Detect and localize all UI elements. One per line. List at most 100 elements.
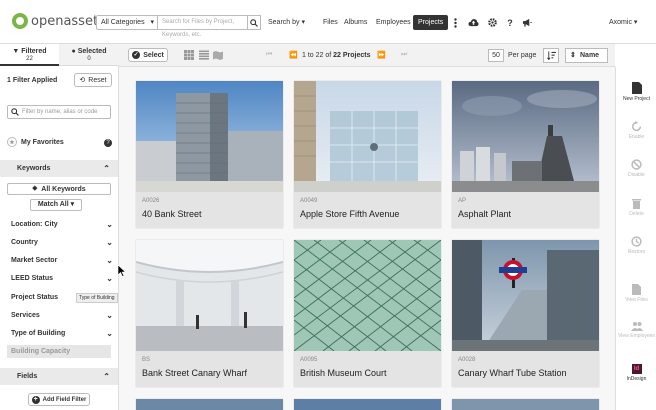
new-project-button[interactable]: New Project bbox=[616, 82, 656, 102]
help-icon[interactable]: ? bbox=[504, 15, 516, 30]
chevron-up-icon: ⌃ bbox=[103, 164, 110, 173]
add-field-filter-button[interactable]: + Add Field Filter bbox=[28, 393, 90, 406]
fields-section-header[interactable]: Fields ⌃ bbox=[0, 368, 118, 385]
prev-page-icon[interactable]: ⏪ bbox=[289, 51, 298, 59]
check-icon: ✓ bbox=[132, 51, 141, 59]
upload-icon[interactable] bbox=[467, 15, 479, 30]
filter-location-city[interactable]: Location: City ⌄ bbox=[11, 220, 113, 229]
next-page-icon[interactable]: ⏩ bbox=[377, 51, 386, 59]
project-thumbnail bbox=[136, 81, 283, 192]
filter-search-input[interactable]: Filter by name, alias or code bbox=[7, 105, 111, 119]
first-page-icon[interactable]: ⏮ bbox=[266, 51, 272, 59]
filter-sidebar: ▼ Filtered 22 ● Selected 0 1 Filter Appl… bbox=[0, 44, 119, 410]
select-button[interactable]: ✓ Select bbox=[128, 48, 168, 62]
nav-projects[interactable]: Projects bbox=[413, 15, 449, 30]
mouse-cursor-icon bbox=[118, 265, 126, 277]
results-toolbar: ✓ Select ⏮ ⏪ 1 to 22 of 22 Projects ⏩ ⏭ 5… bbox=[119, 44, 615, 67]
tag-icon: ⬥ bbox=[32, 185, 38, 192]
project-caption: A0026 40 Bank Street bbox=[136, 192, 283, 228]
indesign-button[interactable]: Id InDesign bbox=[621, 364, 652, 388]
search-icon bbox=[11, 108, 19, 116]
disable-button[interactable]: Disable bbox=[616, 159, 656, 178]
project-thumbnail bbox=[294, 81, 441, 192]
settings-gear-icon[interactable] bbox=[486, 15, 498, 30]
filter-building-capacity[interactable]: Building Capacity bbox=[7, 345, 111, 358]
check-circle-icon: ● bbox=[71, 48, 76, 55]
project-caption: A0049 Apple Store Fifth Avenue bbox=[294, 192, 441, 228]
refresh-icon bbox=[631, 121, 642, 132]
filter-leed-status[interactable]: LEED Status ⌄ bbox=[11, 274, 113, 283]
project-thumbnail bbox=[294, 399, 441, 410]
enable-button[interactable]: Enable bbox=[616, 121, 656, 140]
project-thumbnail bbox=[452, 240, 599, 351]
project-card[interactable] bbox=[136, 399, 283, 410]
project-card[interactable]: A0049 Apple Store Fifth Avenue bbox=[294, 81, 441, 228]
all-keywords-button[interactable]: ⬥ All Keywords bbox=[7, 183, 111, 195]
announcement-megaphone-icon[interactable] bbox=[521, 15, 533, 30]
last-page-icon[interactable]: ⏭ bbox=[401, 51, 407, 59]
nav-employees[interactable]: Employees bbox=[376, 15, 411, 30]
star-icon: ★ bbox=[7, 137, 17, 147]
favorites-help-icon[interactable]: ? bbox=[104, 139, 112, 147]
list-view-icon[interactable] bbox=[199, 50, 209, 62]
project-card[interactable]: A0028 Canary Wharf Tube Station bbox=[452, 240, 599, 387]
project-card[interactable]: AP Asphalt Plant bbox=[452, 81, 599, 228]
restore-icon bbox=[631, 236, 642, 247]
tab-selected[interactable]: ● Selected 0 bbox=[59, 44, 119, 66]
per-page-input[interactable]: 50 bbox=[488, 49, 504, 62]
project-thumbnail bbox=[294, 240, 441, 351]
view-employees-button[interactable]: View Employees bbox=[616, 321, 656, 339]
tab-filtered[interactable]: ▼ Filtered 22 bbox=[0, 44, 59, 66]
filter-country[interactable]: Country ⌄ bbox=[11, 238, 113, 247]
my-favorites-filter[interactable]: ★ My Favorites bbox=[7, 137, 64, 147]
new-document-icon bbox=[631, 82, 642, 94]
project-caption: BS Bank Street Canary Wharf bbox=[136, 351, 283, 387]
project-card[interactable] bbox=[294, 399, 441, 410]
chevron-down-icon: ⌄ bbox=[106, 220, 113, 229]
per-page-label: Per page bbox=[508, 52, 537, 59]
chevron-down-icon: ⌄ bbox=[106, 256, 113, 265]
keywords-section-header[interactable]: Keywords ⌃ bbox=[0, 160, 118, 177]
nav-albums[interactable]: Albums bbox=[344, 15, 367, 30]
match-all-dropdown[interactable]: Match All ▾ bbox=[30, 199, 82, 211]
project-card[interactable] bbox=[452, 399, 599, 410]
tooltip: Type of Building bbox=[76, 293, 118, 303]
filter-services[interactable]: Services ⌄ bbox=[11, 311, 113, 320]
project-card[interactable]: BS Bank Street Canary Wharf bbox=[136, 240, 283, 387]
user-menu[interactable]: Axomic ▾ bbox=[609, 18, 637, 26]
reset-button[interactable]: ⟲ Reset bbox=[74, 73, 112, 87]
search-button[interactable] bbox=[248, 15, 261, 30]
grid-view-icon[interactable] bbox=[184, 50, 194, 62]
search-icon bbox=[250, 18, 258, 27]
project-card[interactable]: A0026 40 Bank Street bbox=[136, 81, 283, 228]
chevron-down-icon: ⌄ bbox=[106, 274, 113, 283]
chevron-up-icon: ⌃ bbox=[103, 372, 110, 381]
project-grid: A0026 40 Bank Street A0049 Apple Store F… bbox=[119, 67, 615, 410]
filters-applied-text: 1 Filter Applied bbox=[7, 77, 58, 84]
restore-button[interactable]: Restore bbox=[616, 236, 656, 255]
logo[interactable]: openasset bbox=[12, 13, 98, 29]
filter-type-of-building[interactable]: Type of Building ⌄ bbox=[11, 329, 113, 338]
filter-market-sector[interactable]: Market Sector ⌄ bbox=[11, 256, 113, 265]
plus-icon: + bbox=[31, 395, 40, 404]
category-select[interactable]: All Categories bbox=[96, 15, 158, 30]
map-view-icon[interactable] bbox=[213, 50, 223, 62]
chevron-down-icon: ⌄ bbox=[106, 329, 113, 338]
project-thumbnail bbox=[452, 81, 599, 192]
top-header: openasset All Categories Search for File… bbox=[0, 0, 656, 44]
delete-button[interactable]: Delete bbox=[616, 198, 656, 217]
project-card[interactable]: A0095 British Museum Court bbox=[294, 240, 441, 387]
view-files-button[interactable]: View Files bbox=[616, 284, 656, 303]
file-icon bbox=[632, 284, 641, 295]
more-icon[interactable] bbox=[449, 15, 461, 30]
project-thumbnail bbox=[136, 240, 283, 351]
project-caption: AP Asphalt Plant bbox=[452, 192, 599, 228]
search-input[interactable]: Search for Files by Project, Keywords, e… bbox=[158, 15, 248, 38]
nav-files[interactable]: Files bbox=[323, 15, 338, 30]
sort-order-icon[interactable] bbox=[543, 48, 559, 63]
sort-field-dropdown[interactable]: Name bbox=[565, 48, 608, 63]
trash-icon bbox=[632, 199, 641, 209]
search-by-dropdown[interactable]: Search by ▾ bbox=[268, 18, 305, 26]
chevron-down-icon: ⌄ bbox=[106, 311, 113, 320]
project-thumbnail bbox=[452, 399, 599, 410]
